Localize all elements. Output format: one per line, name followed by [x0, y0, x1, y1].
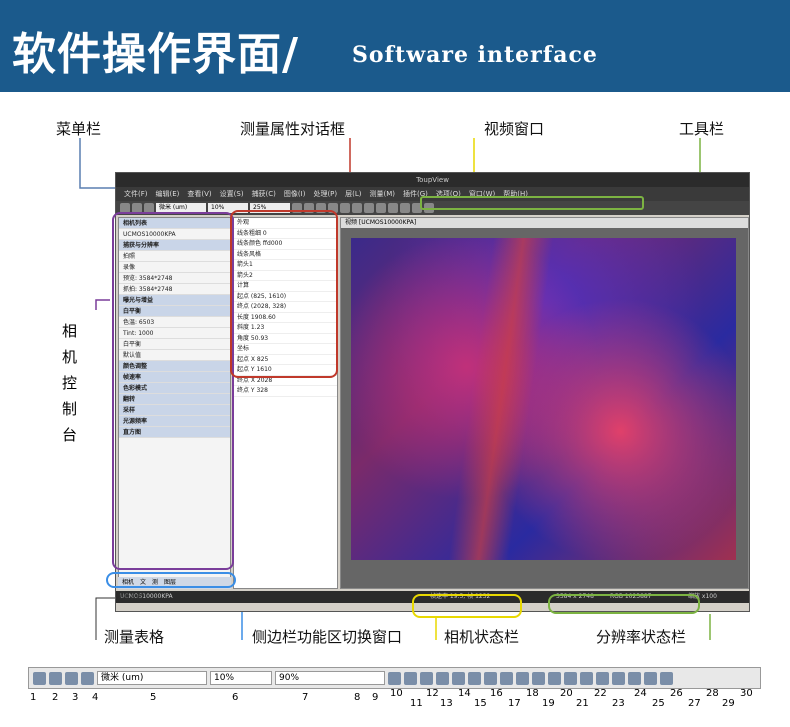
highlight-toolbar: [420, 196, 644, 210]
microscope-image[interactable]: [351, 238, 736, 560]
strip-number: 6: [232, 692, 239, 703]
strip-number: 20: [560, 688, 573, 699]
strip-number: 8: [354, 692, 361, 703]
hand-icon[interactable]: [436, 671, 449, 685]
video-window[interactable]: 视频 [UCMOS10000KPA]: [340, 217, 749, 589]
star-icon[interactable]: [628, 671, 641, 685]
prop-row[interactable]: 终点 Y 328: [234, 386, 337, 397]
vertical-icon[interactable]: [516, 671, 529, 685]
ellipse-icon[interactable]: [548, 671, 561, 685]
menu-item[interactable]: 编辑(E): [156, 189, 180, 199]
strip-number: 16: [490, 688, 503, 699]
app-titlebar: ToupView: [116, 173, 749, 187]
strip-number: 15: [474, 698, 487, 709]
parallel-icon[interactable]: [500, 671, 513, 685]
tool-icon[interactable]: [400, 203, 410, 213]
menu-item[interactable]: 图像(I): [284, 189, 306, 199]
tool-icon[interactable]: [376, 203, 386, 213]
strip-number: 10: [390, 688, 403, 699]
strip-number: 3: [72, 692, 79, 703]
select-icon[interactable]: [420, 671, 433, 685]
strip-number: 18: [526, 688, 539, 699]
strip-number: 19: [542, 698, 555, 709]
strip-number: 30: [740, 688, 753, 699]
highlight-res-status: [548, 594, 700, 614]
export-icon[interactable]: [660, 671, 673, 685]
arrow-icon[interactable]: [452, 671, 465, 685]
strip-number: 2: [52, 692, 59, 703]
strip-number: 27: [688, 698, 701, 709]
strip-number: 22: [594, 688, 607, 699]
strip-number: 9: [372, 692, 379, 703]
strip-number: 14: [458, 688, 471, 699]
strip-number: 25: [652, 698, 665, 709]
curve-icon[interactable]: [596, 671, 609, 685]
strip-number: 28: [706, 688, 719, 699]
highlight-dialog: [230, 210, 338, 378]
strip-number: 12: [426, 688, 439, 699]
tool-icon[interactable]: [352, 203, 362, 213]
circle-icon[interactable]: [564, 671, 577, 685]
strip-number: 7: [302, 692, 309, 703]
save-icon[interactable]: [65, 671, 78, 685]
highlight-cam-status: [412, 594, 522, 618]
text-icon[interactable]: [612, 671, 625, 685]
strip-number: 26: [670, 688, 683, 699]
strip-number: 1: [30, 692, 37, 703]
line-icon[interactable]: [484, 671, 497, 685]
strip-number: 17: [508, 698, 521, 709]
menubar-pointer: [79, 138, 118, 189]
zoom-select[interactable]: 10%: [210, 671, 272, 685]
strip-number: 23: [612, 698, 625, 709]
console-pointer: [95, 299, 110, 310]
color-icon[interactable]: [388, 671, 401, 685]
menu-item[interactable]: 测量(M): [370, 189, 396, 199]
strip-number: 24: [634, 688, 647, 699]
rectangle-icon[interactable]: [532, 671, 545, 685]
menu-item[interactable]: 层(L): [345, 189, 361, 199]
new-icon[interactable]: [33, 671, 46, 685]
image-icon[interactable]: [404, 671, 417, 685]
settings-icon[interactable]: [81, 671, 94, 685]
measure-table-tab[interactable]: 测量表格: [118, 592, 142, 601]
ratio-select[interactable]: 90%: [275, 671, 385, 685]
menu-item[interactable]: 查看(V): [187, 189, 211, 199]
polygon-icon[interactable]: [580, 671, 593, 685]
video-tab[interactable]: 视频 [UCMOS10000KPA]: [341, 218, 748, 228]
layer-icon[interactable]: [644, 671, 657, 685]
toolbar-strip: 微米 (um) 10% 90%: [28, 667, 761, 689]
highlight-tabs: [106, 572, 236, 588]
strip-number: 13: [440, 698, 453, 709]
tool-icon[interactable]: [388, 203, 398, 213]
strip-number: 4: [92, 692, 99, 703]
menu-item[interactable]: 设置(S): [220, 189, 244, 199]
unit-select[interactable]: 微米 (um): [97, 671, 207, 685]
angle-icon[interactable]: [468, 671, 481, 685]
menu-item[interactable]: 文件(F): [124, 189, 148, 199]
open-icon[interactable]: [49, 671, 62, 685]
strip-number: 11: [410, 698, 423, 709]
highlight-console: [112, 212, 234, 570]
tool-icon[interactable]: [340, 203, 350, 213]
strip-number: 5: [150, 692, 157, 703]
tool-icon[interactable]: [364, 203, 374, 213]
menu-item[interactable]: 捕获(C): [252, 189, 276, 199]
menu-item[interactable]: 处理(P): [313, 189, 337, 199]
strip-number: 21: [576, 698, 589, 709]
strip-number: 29: [722, 698, 735, 709]
